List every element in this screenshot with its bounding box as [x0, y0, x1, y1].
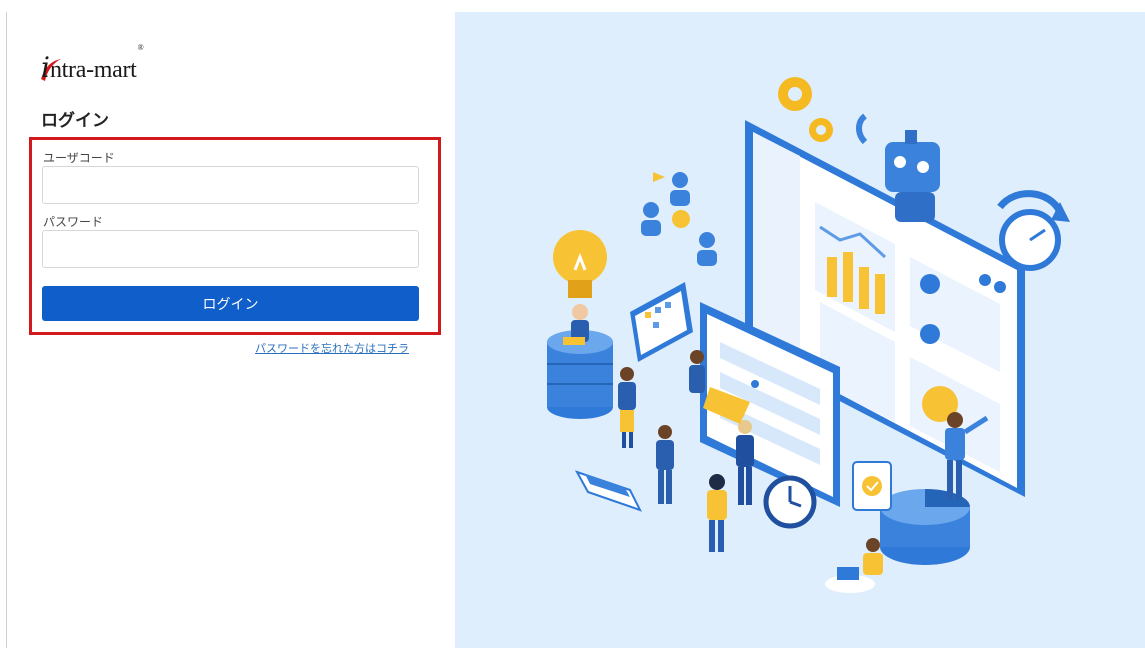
- illustration-panel: [455, 12, 1145, 648]
- team-dashboard-illustration: [547, 77, 1070, 593]
- logo-initial: i: [41, 54, 61, 82]
- usercode-input[interactable]: [42, 166, 419, 204]
- intra-mart-logo: i ntra-mart®: [41, 43, 144, 83]
- calendar-icon: [630, 282, 693, 362]
- logo-wordmark: ntra-mart®: [49, 43, 144, 83]
- password-input[interactable]: [42, 230, 419, 268]
- database-icon: [547, 304, 613, 419]
- usercode-label: ユーザコード: [43, 151, 115, 165]
- login-page: i ntra-mart® ログイン ユーザコード パスワード ログイン パスワー…: [0, 0, 1145, 648]
- login-button[interactable]: ログイン: [42, 286, 419, 321]
- gear-icon: [778, 77, 833, 142]
- page-title: ログイン: [41, 111, 109, 131]
- cards-illustration: [574, 470, 642, 512]
- lightbulb-icon: [553, 230, 607, 298]
- team-icon: [641, 172, 717, 266]
- check-bubble-icon: [852, 461, 892, 511]
- pie-chart-base-icon: [880, 489, 970, 565]
- stopwatch-icon: [997, 190, 1070, 271]
- clock-icon: [763, 475, 817, 529]
- password-label: パスワード: [43, 215, 104, 229]
- forgot-password-link[interactable]: パスワードを忘れた方はコチラ: [255, 340, 409, 356]
